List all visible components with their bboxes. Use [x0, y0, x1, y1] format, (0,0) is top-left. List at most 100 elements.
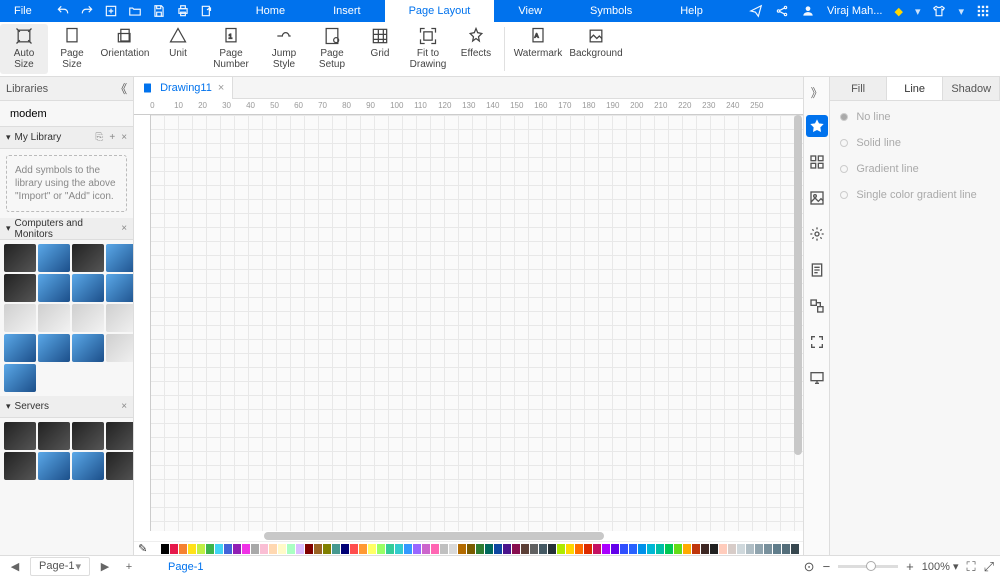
color-swatch[interactable]: [368, 544, 376, 554]
symbol-item[interactable]: [106, 274, 134, 302]
color-swatch[interactable]: [395, 544, 403, 554]
color-swatch[interactable]: [656, 544, 664, 554]
color-swatch[interactable]: [647, 544, 655, 554]
unit-button[interactable]: Unit: [154, 24, 202, 74]
shirt-icon[interactable]: [932, 4, 946, 18]
zoom-slider[interactable]: [838, 565, 898, 568]
close-section-icon[interactable]: ×: [121, 223, 127, 234]
send-icon[interactable]: [749, 4, 763, 18]
user-avatar-icon[interactable]: [801, 4, 815, 18]
orientation-button[interactable]: Orientation: [96, 24, 154, 74]
symbol-item[interactable]: [38, 244, 70, 272]
symbol-item[interactable]: [38, 422, 70, 450]
color-swatch[interactable]: [233, 544, 241, 554]
fullscreen-icon[interactable]: [806, 331, 828, 353]
settings-icon[interactable]: [806, 223, 828, 245]
line-tab[interactable]: Line: [887, 77, 944, 100]
tab-home[interactable]: Home: [232, 0, 309, 22]
zoom-reset-icon[interactable]: ⊙: [804, 559, 815, 575]
background-button[interactable]: Background: [567, 24, 625, 74]
open-icon[interactable]: [128, 4, 142, 18]
page-props-icon[interactable]: [806, 259, 828, 281]
color-swatch[interactable]: [431, 544, 439, 554]
page-setup-button[interactable]: Page Setup: [308, 24, 356, 74]
present-icon[interactable]: [806, 367, 828, 389]
tab-page-layout[interactable]: Page Layout: [385, 0, 495, 22]
line-opt-single-gradient[interactable]: Single color gradient line: [840, 189, 990, 201]
color-swatch[interactable]: [422, 544, 430, 554]
color-swatch[interactable]: [341, 544, 349, 554]
symbol-item[interactable]: [4, 364, 36, 392]
add-page-icon[interactable]: +: [120, 558, 138, 576]
color-swatch[interactable]: [161, 544, 169, 554]
color-swatch[interactable]: [548, 544, 556, 554]
symbol-item[interactable]: [4, 452, 36, 480]
tab-insert[interactable]: Insert: [309, 0, 385, 22]
my-library-header[interactable]: ▾ My Library ⎘ + ×: [0, 127, 133, 149]
color-swatch[interactable]: [611, 544, 619, 554]
fullscreen-toggle-icon[interactable]: ⤢: [984, 559, 994, 575]
color-swatch[interactable]: [665, 544, 673, 554]
symbol-item[interactable]: [106, 422, 134, 450]
symbol-item[interactable]: [72, 304, 104, 332]
file-menu[interactable]: File: [0, 0, 46, 22]
tab-help[interactable]: Help: [656, 0, 727, 22]
color-swatch[interactable]: [494, 544, 502, 554]
symbol-item[interactable]: [106, 334, 134, 362]
color-swatch[interactable]: [602, 544, 610, 554]
redo-icon[interactable]: [80, 4, 94, 18]
color-swatch[interactable]: [575, 544, 583, 554]
color-swatch[interactable]: [638, 544, 646, 554]
symbol-item[interactable]: [38, 452, 70, 480]
color-swatch[interactable]: [746, 544, 754, 554]
save-icon[interactable]: [152, 4, 166, 18]
color-swatch[interactable]: [701, 544, 709, 554]
symbol-item[interactable]: [4, 274, 36, 302]
color-swatch[interactable]: [719, 544, 727, 554]
zoom-value[interactable]: 100% ▾: [922, 560, 959, 573]
eyedropper-icon[interactable]: ✎: [138, 542, 147, 555]
page-number-button[interactable]: 1 Page Number: [202, 24, 260, 74]
color-swatch[interactable]: [512, 544, 520, 554]
fit-to-drawing-button[interactable]: Fit to Drawing: [404, 24, 452, 74]
fill-tab[interactable]: Fill: [830, 77, 887, 100]
color-swatch[interactable]: [305, 544, 313, 554]
symbol-item[interactable]: [4, 334, 36, 362]
drawing-canvas[interactable]: [134, 115, 803, 531]
color-swatch[interactable]: [260, 544, 268, 554]
color-swatch[interactable]: [224, 544, 232, 554]
color-swatch[interactable]: [251, 544, 259, 554]
color-swatch[interactable]: [179, 544, 187, 554]
color-swatch[interactable]: [287, 544, 295, 554]
tab-symbols[interactable]: Symbols: [566, 0, 656, 22]
line-opt-none[interactable]: No line: [840, 111, 990, 123]
export-icon[interactable]: [200, 4, 214, 18]
servers-header[interactable]: ▾ Servers ×: [0, 396, 133, 418]
color-swatch[interactable]: [278, 544, 286, 554]
line-opt-gradient[interactable]: Gradient line: [840, 163, 990, 175]
color-swatch[interactable]: [206, 544, 214, 554]
new-icon[interactable]: [104, 4, 118, 18]
color-swatch[interactable]: [296, 544, 304, 554]
color-swatch[interactable]: [521, 544, 529, 554]
color-swatch[interactable]: [440, 544, 448, 554]
color-swatch[interactable]: [269, 544, 277, 554]
color-swatch[interactable]: [152, 544, 160, 554]
effects-button[interactable]: Effects: [452, 24, 500, 74]
auto-size-button[interactable]: Auto Size: [0, 24, 48, 74]
expand-right-icon[interactable]: 》: [811, 83, 823, 101]
print-icon[interactable]: [176, 4, 190, 18]
color-swatch[interactable]: [755, 544, 763, 554]
shadow-tab[interactable]: Shadow: [943, 77, 1000, 100]
color-swatch[interactable]: [782, 544, 790, 554]
symbol-item[interactable]: [106, 452, 134, 480]
symbol-item[interactable]: [4, 422, 36, 450]
symbol-item[interactable]: [72, 244, 104, 272]
color-swatch[interactable]: [323, 544, 331, 554]
color-swatch[interactable]: [188, 544, 196, 554]
color-swatch[interactable]: [530, 544, 538, 554]
color-swatch[interactable]: [674, 544, 682, 554]
color-swatch[interactable]: [629, 544, 637, 554]
line-opt-solid[interactable]: Solid line: [840, 137, 990, 149]
symbol-item[interactable]: [72, 422, 104, 450]
